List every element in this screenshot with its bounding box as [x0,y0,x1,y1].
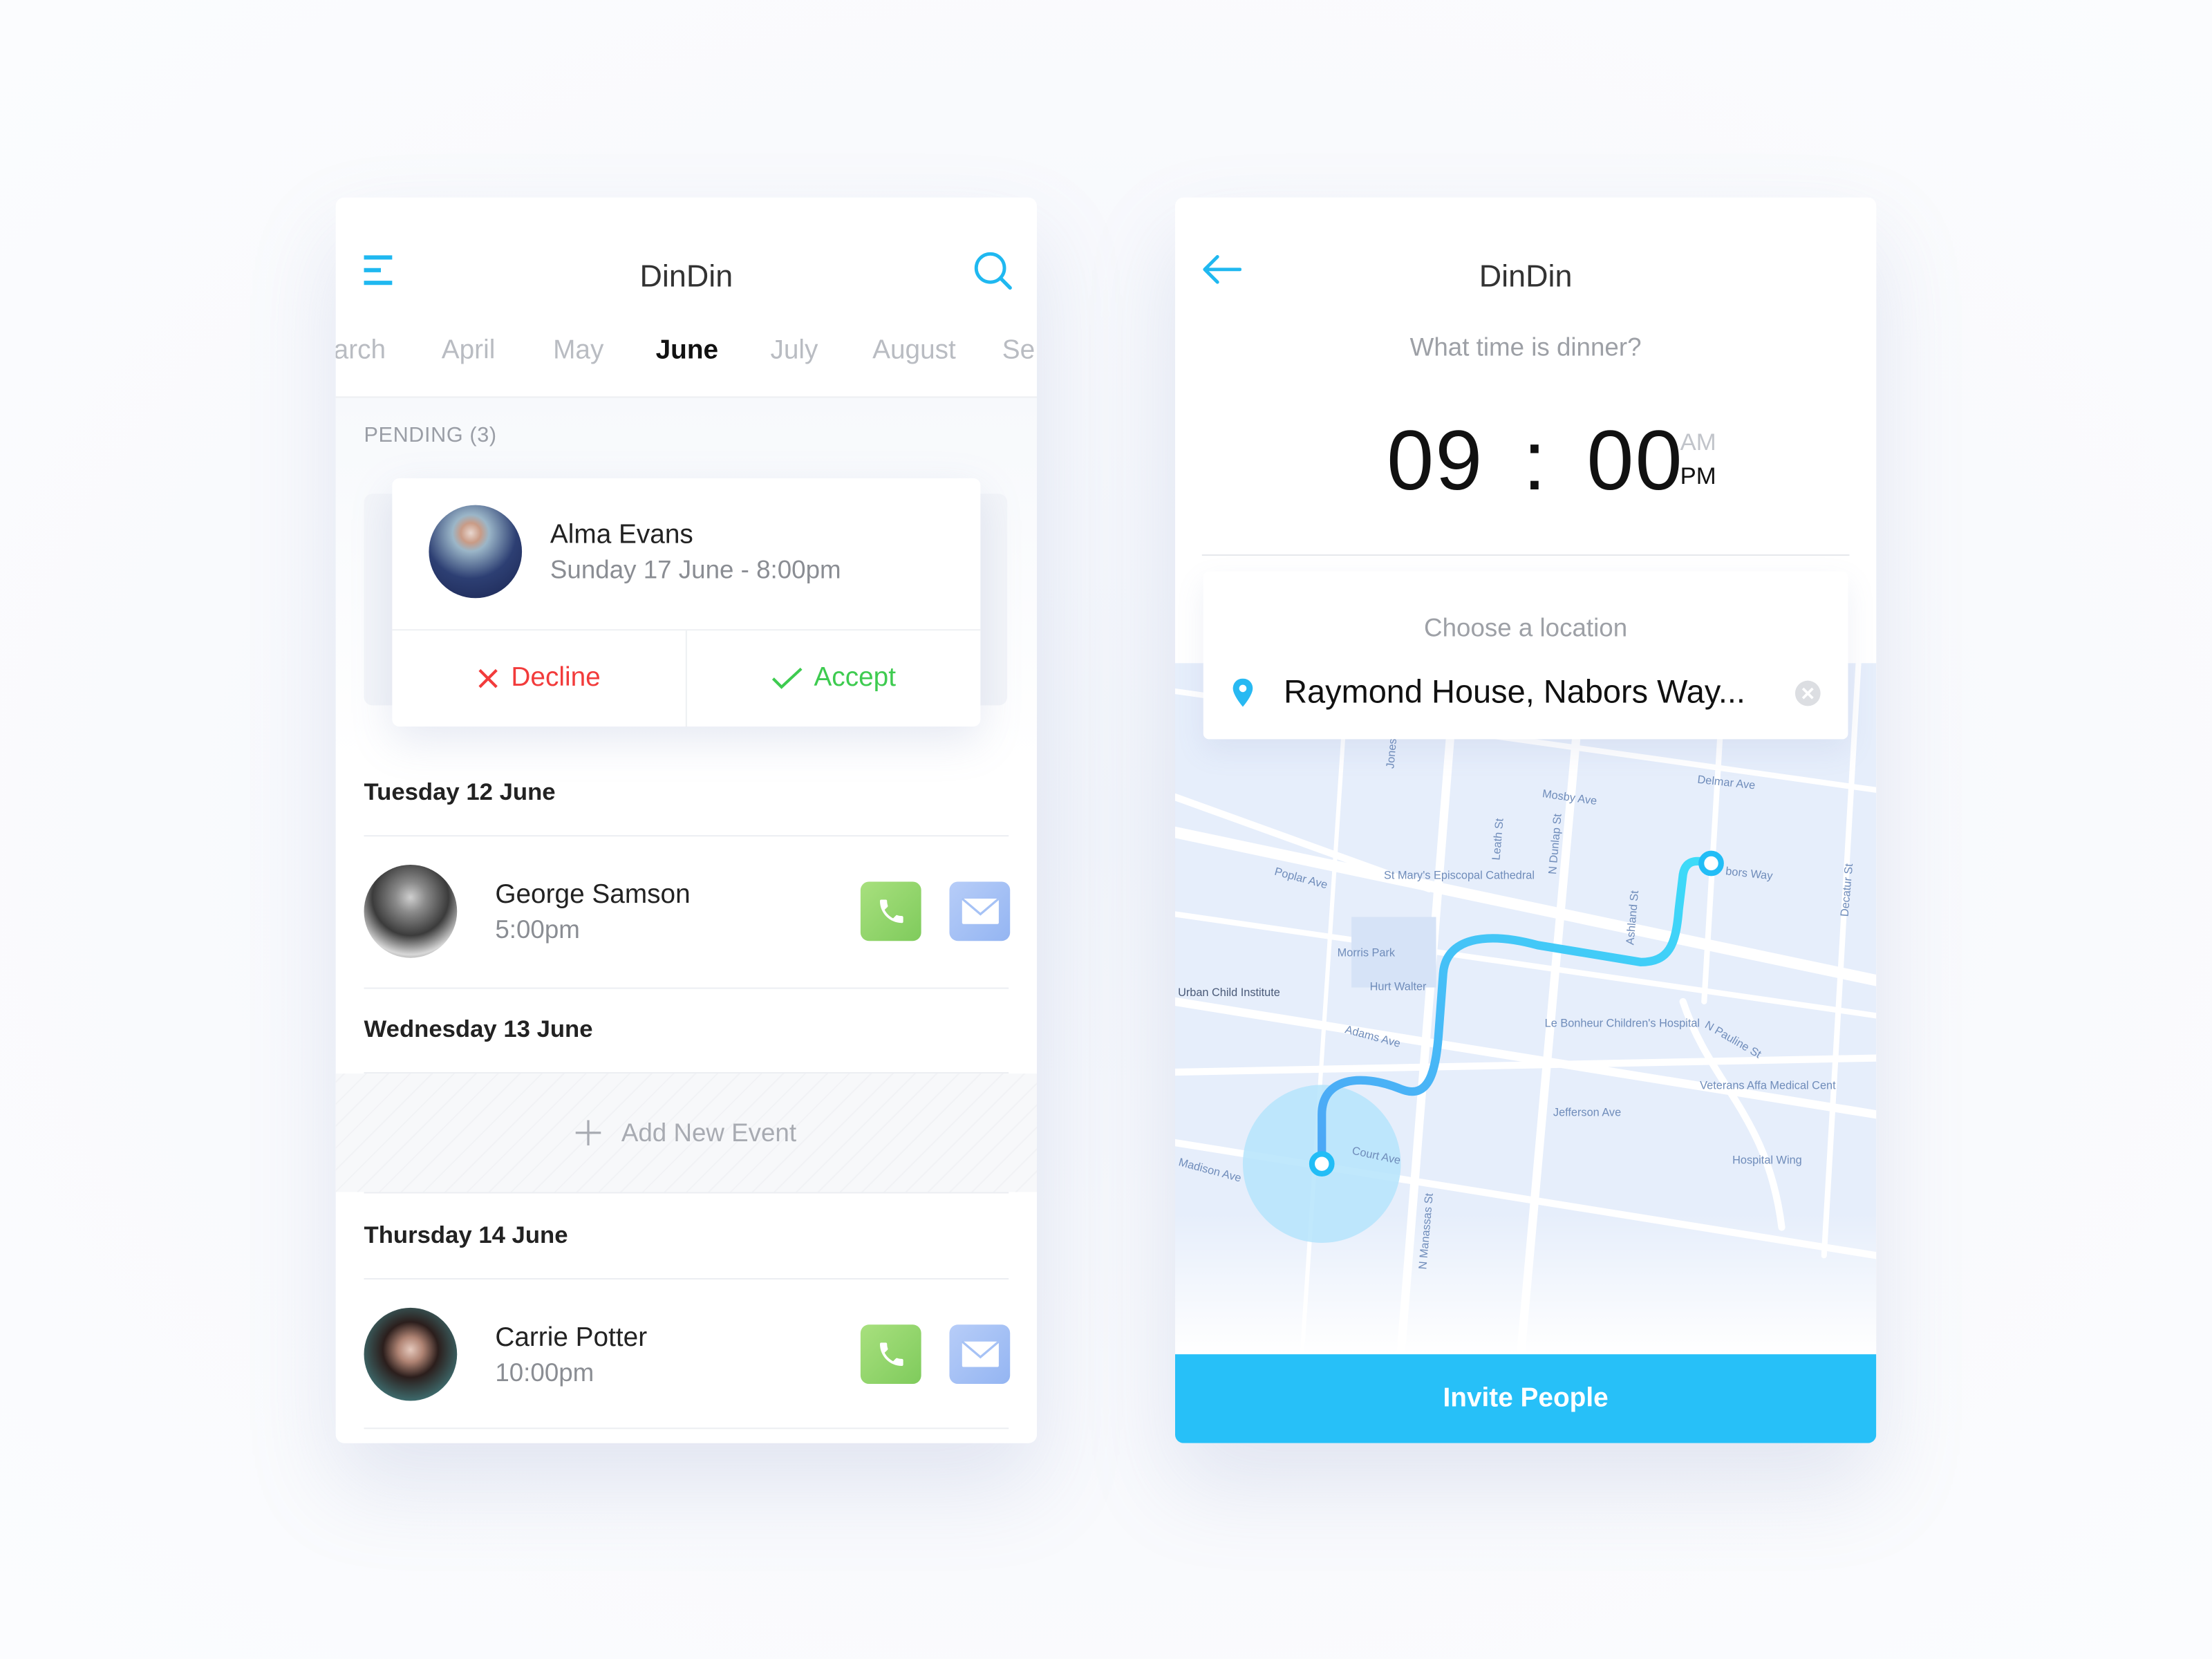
call-button[interactable] [860,1324,921,1385]
invite-datetime: Sunday 17 June - 8:00pm [550,556,841,584]
time-picker[interactable]: 09 : 00 [1387,412,1684,509]
accept-label: Accept [814,663,897,693]
search-icon[interactable] [973,251,1013,290]
map-label: Veterans Affa Medical Cent [1700,1079,1836,1091]
stage: DinDin arch April May June July August S… [0,0,2212,1659]
event-time: 5:00pm [495,915,580,944]
invite-name: Alma Evans [550,521,693,550]
plus-icon [576,1120,602,1146]
avatar-alma-evans [429,505,523,599]
app-title: DinDin [639,258,733,294]
time-separator: : [1522,413,1548,508]
tab-april[interactable]: April [442,336,496,367]
map-label: Jefferson Ave [1553,1106,1621,1118]
location-label: Choose a location [1424,613,1628,642]
location-value: Raymond House, Nabors Way... [1284,673,1745,710]
day-heading: Thursday 14 June [364,1221,568,1249]
phone-icon [879,899,903,924]
clear-icon[interactable] [1794,680,1821,707]
hours-value[interactable]: 09 [1387,413,1483,508]
event-name: Carrie Potter [495,1323,648,1353]
divider [364,987,1009,989]
tab-september[interactable]: Se [1002,336,1035,367]
tab-may[interactable]: May [553,336,603,367]
tab-july[interactable]: July [770,336,818,367]
divider [364,1192,1009,1194]
events-screen: DinDin arch April May June July August S… [335,197,1037,1443]
location-pin-icon [1232,678,1253,707]
app-title: DinDin [1479,258,1573,294]
day-heading: Wednesday 13 June [364,1015,593,1043]
mail-icon [960,1340,999,1367]
event-name: George Samson [495,880,691,910]
map-label: Urban Child Institute [1178,986,1280,999]
phone-icon [879,1342,903,1367]
accept-button[interactable]: Accept [687,630,980,727]
pending-label: PENDING (3) [364,423,497,447]
call-button[interactable] [860,881,921,941]
dinner-setup-screen: Poplar Ave St Mary's Episcopal Cathedral… [1174,197,1877,1443]
map-label: Morris Park [1338,947,1396,959]
destination-marker[interactable] [1698,850,1724,877]
route-map[interactable]: Poplar Ave St Mary's Episcopal Cathedral… [1174,663,1877,1355]
decline-label: Decline [511,663,601,693]
pending-card: Alma Evans Sunday 17 June - 8:00pm Decli… [392,478,981,727]
tab-june[interactable]: June [656,336,719,367]
map-label: Le Bonheur Children's Hospital [1545,1018,1700,1030]
location-card: Choose a location Raymond House, Nabors … [1203,571,1848,740]
map-label: St Mary's Episcopal Cathedral [1384,869,1535,881]
divider [364,835,1009,837]
add-event-label: Add New Event [621,1118,797,1147]
message-button[interactable] [949,881,1011,941]
dinner-time-question: What time is dinner? [1409,332,1642,362]
event-time: 10:00pm [495,1358,594,1387]
divider [364,1277,1009,1280]
add-new-event-button[interactable]: Add New Event [335,1074,1037,1192]
day-heading: Tuesday 12 June [364,778,556,806]
message-button[interactable] [949,1324,1011,1385]
pm-option[interactable]: PM [1680,462,1716,491]
minutes-value[interactable]: 00 [1586,413,1683,508]
map-label: Hurt Walter [1370,981,1427,993]
invite-label: Invite People [1443,1383,1609,1413]
tab-march[interactable]: arch [336,336,386,367]
invite-people-button[interactable]: Invite People [1174,1354,1877,1443]
divider [364,1427,1009,1430]
am-option[interactable]: AM [1680,429,1716,457]
location-input[interactable]: Raymond House, Nabors Way... [1232,673,1826,715]
map-fade [1174,1213,1877,1355]
map-label: Hospital Wing [1732,1154,1802,1167]
check-icon [771,667,803,689]
decline-button[interactable]: Decline [392,630,685,727]
tab-august[interactable]: August [872,336,956,367]
avatar-carrie-potter [364,1307,458,1401]
close-icon [479,668,498,688]
start-marker[interactable] [1309,1151,1335,1177]
divider [1201,554,1850,556]
avatar-george-samson [364,865,458,958]
mail-icon [960,897,999,924]
